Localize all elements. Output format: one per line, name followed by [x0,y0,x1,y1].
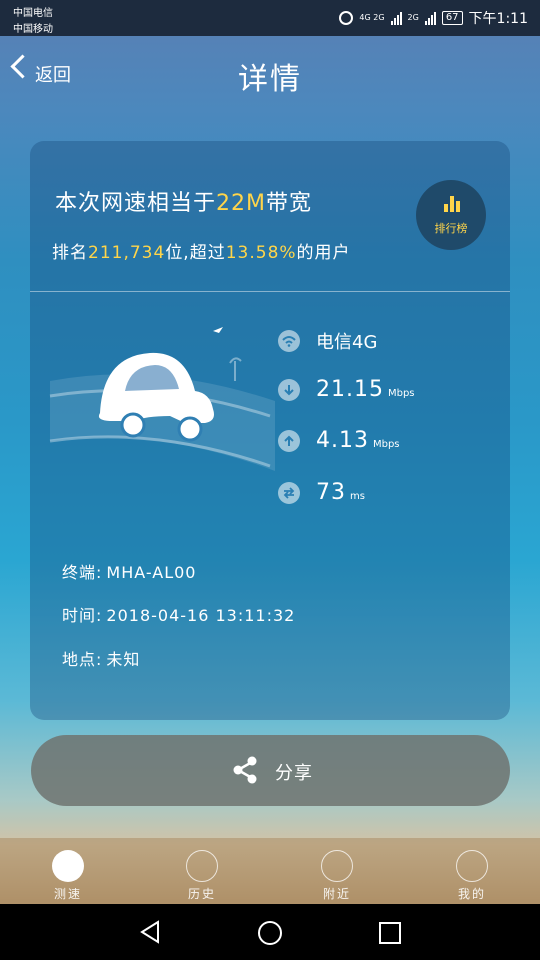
percent-value: 13.58% [225,243,297,263]
upload-row: 4.13 Mbps [278,428,400,453]
tab-profile-label: 我的 [457,887,486,901]
carrier-1: 中国电信 [13,8,53,19]
title-bar: 返回 详情 [0,36,540,112]
recents-square-icon[interactable] [378,921,402,945]
wifi-icon [278,330,300,352]
upload-value: 4.13 [316,428,369,453]
rank-line: 排名211,734位,超过13.58%的用户 [52,238,351,263]
time-label: 时间: [62,606,103,625]
bandwidth-value: 22M [216,191,266,216]
status-bar: 中国电信 中国移动 4G 2G 2G 67 下午1:11 [0,0,540,36]
swap-icon [278,481,300,504]
tab-speedtest[interactable]: 测速 [18,838,118,904]
ping-value: 73 [316,480,346,505]
upload-icon [278,429,300,452]
signal-icon [390,11,402,25]
tab-profile[interactable]: 我的 [422,838,522,904]
carrier-2: 中国移动 [13,24,53,35]
speedometer-icon [52,850,84,882]
carrier-row: 电信4G [278,328,377,354]
alarm-icon [339,11,354,25]
headline-suffix: 带宽 [266,191,313,216]
rank-value: 211,734 [88,243,166,263]
leaderboard-label: 排行榜 [434,222,468,235]
signal-icon-2 [424,11,436,25]
time-row: 时间: 2018-04-16 13:11:32 [62,602,295,626]
tab-history[interactable]: 历史 [152,838,252,904]
rank-prefix: 排名 [52,243,88,263]
divider [30,291,510,292]
carrier-name: 电信4G [316,332,378,353]
tab-speedtest-label: 测速 [53,887,82,901]
share-label: 分享 [275,763,313,784]
user-icon [456,850,488,882]
battery-icon: 67 [441,11,463,25]
location-pin-icon [321,850,353,882]
share-button[interactable]: 分享 [31,735,510,806]
terminal-label: 终端: [62,563,103,582]
history-icon [186,850,218,882]
time-value: 2018-04-16 13:11:32 [106,606,296,625]
location-row: 地点: 未知 [62,646,140,670]
rank-mid: 位,超过 [165,243,226,263]
location-label: 地点: [62,650,103,669]
download-row: 21.15 Mbps [278,377,415,402]
ping-unit: ms [350,491,365,502]
headline: 本次网速相当于22M带宽 [55,185,312,217]
bar-chart-icon [444,196,460,212]
leaderboard-button[interactable]: 排行榜 [416,180,486,250]
download-unit: Mbps [387,388,415,399]
upload-unit: Mbps [372,439,400,450]
status-time: 下午1:11 [468,11,528,27]
terminal-value: MHA-AL00 [106,563,197,582]
home-circle-icon[interactable] [257,920,283,946]
network-type-1: 4G 2G [359,13,385,22]
headline-prefix: 本次网速相当于 [55,191,217,216]
location-value: 未知 [106,650,141,669]
system-nav-bar [0,904,540,960]
download-icon [278,378,300,401]
back-triangle-icon[interactable] [138,920,162,944]
tab-history-label: 历史 [187,887,216,901]
page-title: 详情 [238,62,302,97]
share-icon [233,756,257,784]
terminal-row: 终端: MHA-AL00 [62,559,196,583]
rank-suffix: 的用户 [296,243,351,263]
car-illustration [49,327,275,471]
bottom-tab-bar: 测速 历史 附近 我的 [0,838,540,904]
network-type-2: 2G [407,13,419,22]
tab-nearby-label: 附近 [322,887,351,901]
ping-row: 73 ms [278,480,365,505]
result-card: 本次网速相当于22M带宽 排名211,734位,超过13.58%的用户 排行榜 … [30,141,510,720]
tab-nearby[interactable]: 附近 [287,838,387,904]
download-value: 21.15 [316,377,384,402]
